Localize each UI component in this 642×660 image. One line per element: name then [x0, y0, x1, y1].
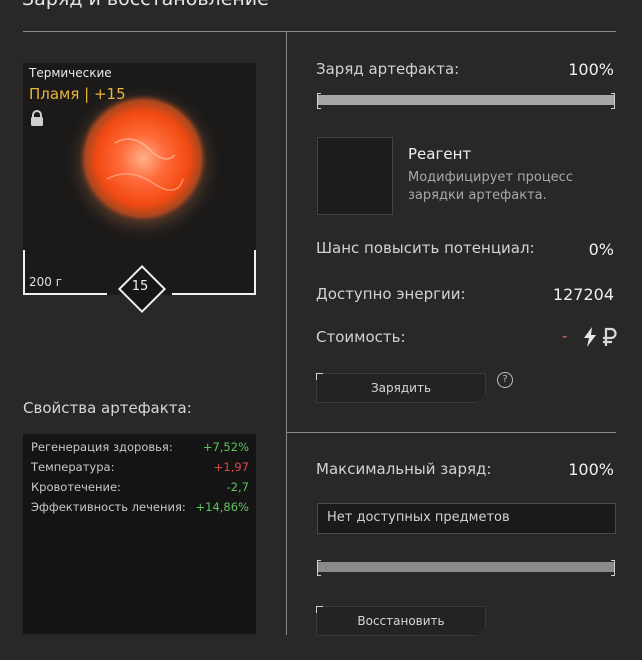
column-divider — [286, 31, 287, 635]
card-frame — [172, 293, 256, 295]
potential-label: Шанс повысить потенциал: — [316, 239, 535, 257]
property-label: Температура: — [31, 460, 115, 474]
charge-bar — [317, 93, 615, 109]
restore-item-text: Нет доступных предметов — [327, 510, 510, 525]
artifact-card[interactable]: Термические Пламя | +15 200 г — [23, 63, 256, 295]
lightning-icon — [584, 327, 596, 347]
help-icon[interactable]: ? — [497, 372, 513, 388]
card-frame — [254, 250, 256, 295]
artifact-weight: 200 г — [29, 275, 63, 289]
charge-bar-fill — [317, 95, 615, 105]
property-label: Кровотечение: — [31, 480, 121, 494]
max-charge-bar-fill — [317, 562, 615, 572]
property-value: +7,52% — [202, 440, 249, 454]
restore-item-select[interactable]: Нет доступных предметов — [317, 503, 616, 534]
reagent-description: Модифицирует процесс зарядки артефакта. — [408, 170, 573, 203]
card-frame — [23, 250, 25, 295]
header-divider — [23, 31, 616, 32]
artifact-name: Пламя | +15 — [29, 85, 126, 103]
property-value: +14,86% — [195, 500, 250, 514]
max-charge-value: 100% — [568, 460, 614, 479]
property-value: +1,97 — [213, 460, 249, 474]
button-corner — [316, 606, 323, 613]
property-row: Температура: +1,97 — [31, 460, 249, 474]
level-number: 15 — [131, 279, 149, 294]
reagent-slot[interactable] — [317, 137, 393, 215]
property-label: Регенерация здоровья: — [31, 440, 173, 454]
section-divider — [286, 432, 616, 433]
charge-value: 100% — [568, 60, 614, 79]
potential-value: 0% — [588, 240, 614, 259]
restore-button[interactable]: Восстановить — [316, 606, 486, 636]
cost-value: - — [562, 327, 568, 345]
charge-label: Заряд артефакта: — [316, 60, 460, 78]
cost-label: Стоимость: — [316, 328, 406, 346]
property-row: Кровотечение: -2,7 — [31, 480, 249, 494]
button-corner — [316, 373, 323, 380]
property-value: -2,7 — [226, 480, 249, 494]
property-row: Эффективность лечения: +14,86% — [31, 500, 249, 514]
property-label: Эффективность лечения: — [31, 500, 186, 514]
charge-button[interactable]: Зарядить — [316, 373, 486, 403]
artifact-image — [63, 83, 223, 243]
reagent-title: Реагент — [408, 145, 472, 163]
max-charge-label: Максимальный заряд: — [316, 460, 492, 478]
properties-panel: Регенерация здоровья: +7,52% Температура… — [23, 434, 256, 634]
card-frame — [23, 293, 107, 295]
energy-label: Доступно энергии: — [316, 285, 466, 303]
artifact-category: Термические — [29, 66, 112, 80]
energy-value: 127204 — [552, 285, 614, 304]
lock-icon — [31, 110, 43, 126]
property-row: Регенерация здоровья: +7,52% — [31, 440, 249, 454]
ruble-icon — [603, 327, 617, 346]
page-title: Заряд и восстановление — [22, 0, 269, 10]
properties-title: Свойства артефакта: — [23, 399, 192, 417]
max-charge-bar — [317, 560, 615, 576]
